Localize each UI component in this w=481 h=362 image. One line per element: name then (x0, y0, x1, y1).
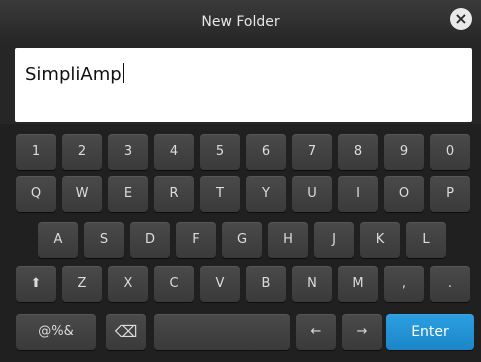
key-e[interactable]: E (108, 176, 148, 212)
key-m[interactable]: M (338, 266, 378, 302)
key-5[interactable]: 5 (200, 134, 240, 170)
folder-name-input[interactable]: SimpliAmp (15, 48, 472, 122)
key-k[interactable]: K (360, 222, 400, 258)
key-h[interactable]: H (268, 222, 308, 258)
key-r[interactable]: R (154, 176, 194, 212)
key-t[interactable]: T (200, 176, 240, 212)
key-j[interactable]: J (314, 222, 354, 258)
key-1[interactable]: 1 (16, 134, 56, 170)
backspace-icon[interactable] (106, 314, 146, 350)
text-caret (122, 63, 124, 83)
key-3[interactable]: 3 (108, 134, 148, 170)
title-bar: New Folder × (0, 0, 481, 44)
key-o[interactable]: O (384, 176, 424, 212)
symbols-key[interactable]: @%& (16, 314, 96, 350)
folder-name-value: SimpliAmp (25, 63, 124, 85)
key-w[interactable]: W (62, 176, 102, 212)
key-q[interactable]: Q (16, 176, 56, 212)
key-c[interactable]: C (154, 266, 194, 302)
key-2[interactable]: 2 (62, 134, 102, 170)
key-a[interactable]: A (38, 222, 78, 258)
key-period[interactable]: . (430, 266, 470, 302)
key-n[interactable]: N (292, 266, 332, 302)
key-4[interactable]: 4 (154, 134, 194, 170)
key-l[interactable]: L (406, 222, 446, 258)
new-folder-dialog: New Folder × SimpliAmp 1 2 3 4 5 6 7 8 9… (0, 0, 481, 362)
key-u[interactable]: U (292, 176, 332, 212)
key-comma[interactable]: , (384, 266, 424, 302)
close-icon[interactable]: × (450, 8, 472, 30)
key-y[interactable]: Y (246, 176, 286, 212)
key-g[interactable]: G (222, 222, 262, 258)
key-8[interactable]: 8 (338, 134, 378, 170)
key-9[interactable]: 9 (384, 134, 424, 170)
key-z[interactable]: Z (62, 266, 102, 302)
space-bar[interactable] (154, 314, 290, 350)
key-7[interactable]: 7 (292, 134, 332, 170)
key-6[interactable]: 6 (246, 134, 286, 170)
dialog-title: New Folder (201, 14, 280, 30)
key-p[interactable]: P (430, 176, 470, 212)
key-0[interactable]: 0 (430, 134, 470, 170)
key-v[interactable]: V (200, 266, 240, 302)
key-f[interactable]: F (176, 222, 216, 258)
key-x[interactable]: X (108, 266, 148, 302)
arrow-left-icon[interactable] (296, 314, 336, 350)
key-s[interactable]: S (84, 222, 124, 258)
arrow-right-icon[interactable] (342, 314, 382, 350)
key-d[interactable]: D (130, 222, 170, 258)
enter-button[interactable]: Enter (386, 314, 474, 350)
onscreen-keyboard: 1 2 3 4 5 6 7 8 9 0 Q W E R T Y U I O P … (0, 124, 481, 362)
key-b[interactable]: B (246, 266, 286, 302)
shift-icon[interactable] (16, 266, 56, 302)
key-i[interactable]: I (338, 176, 378, 212)
